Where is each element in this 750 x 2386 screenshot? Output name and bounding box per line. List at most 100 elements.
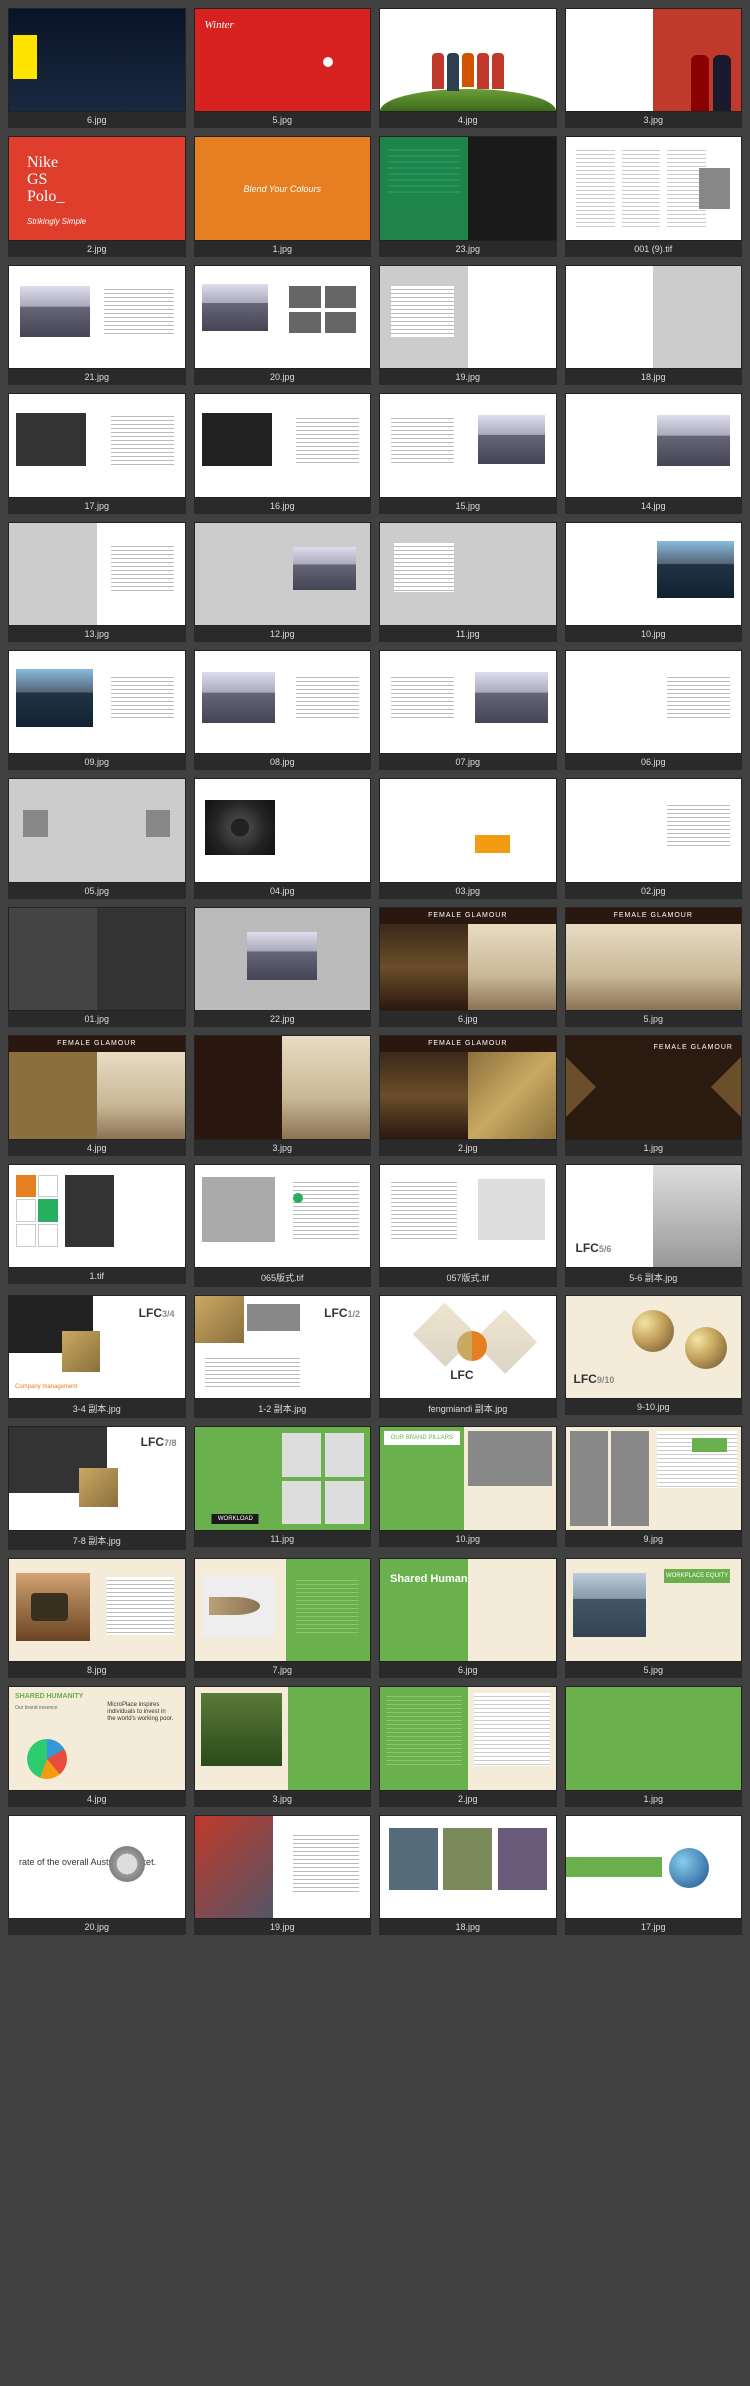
thumb-image: [8, 8, 186, 112]
thumbnail-cell[interactable]: Winter 5.jpg: [194, 8, 372, 128]
thumbnail-cell[interactable]: rate of the overall Austrian market.20.j…: [8, 1815, 186, 1935]
thumbnail-cell[interactable]: 057版式.tif: [379, 1164, 557, 1287]
thumbnail-cell[interactable]: 18.jpg: [565, 265, 743, 385]
thumbnail-cell[interactable]: 065版式.tif: [194, 1164, 372, 1287]
thumbnail-cell[interactable]: 11.jpg: [379, 522, 557, 642]
thumb-image: [8, 778, 186, 882]
thumb-image: [565, 8, 743, 112]
filename-label: 19.jpg: [379, 369, 557, 385]
thumb-image: [379, 1164, 557, 1268]
thumbnail-cell[interactable]: 6.jpg: [8, 8, 186, 128]
thumbnail-cell[interactable]: LFCfengmiandi 副本.jpg: [379, 1295, 557, 1418]
filename-label: 02.jpg: [565, 883, 743, 899]
thumbnail-cell[interactable]: 08.jpg: [194, 650, 372, 770]
thumbnail-cell[interactable]: 001 (9).tif: [565, 136, 743, 256]
thumb-image: [379, 8, 557, 112]
thumb-image: [194, 265, 372, 369]
thumbnail-cell[interactable]: 12.jpg: [194, 522, 372, 642]
thumbnail-cell[interactable]: 01.jpg: [8, 907, 186, 1027]
thumbnail-cell[interactable]: WORKLOAD11.jpg: [194, 1426, 372, 1549]
thumbnail-cell[interactable]: LFC1/21-2 副本.jpg: [194, 1295, 372, 1418]
thumbnail-cell[interactable]: 17.jpg: [565, 1815, 743, 1935]
thumbnail-cell[interactable]: 23.jpg: [379, 136, 557, 256]
thumbnail-cell[interactable]: LFC7/87-8 副本.jpg: [8, 1426, 186, 1549]
thumbnail-cell[interactable]: FEMALE GLAMOUR2.jpg: [379, 1035, 557, 1155]
filename-label: 22.jpg: [194, 1011, 372, 1027]
filename-label: 3.jpg: [565, 112, 743, 128]
filename-label: 5.jpg: [565, 1011, 743, 1027]
thumbnail-cell[interactable]: Shared Humanity.6.jpg: [379, 1558, 557, 1678]
thumb-image: [379, 1686, 557, 1790]
thumbnail-cell[interactable]: 19.jpg: [194, 1815, 372, 1935]
filename-label: 13.jpg: [8, 626, 186, 642]
filename-label: 11.jpg: [379, 626, 557, 642]
thumbnail-cell[interactable]: 3.jpg: [194, 1035, 372, 1155]
thumbnail-cell[interactable]: 02.jpg: [565, 778, 743, 898]
thumbnail-cell[interactable]: 2.jpg: [379, 1686, 557, 1806]
thumb-image: [8, 522, 186, 626]
thumb-image: FEMALE GLAMOUR: [8, 1035, 186, 1139]
filename-label: 3.jpg: [194, 1791, 372, 1807]
thumbnail-cell[interactable]: 1.jpg: [565, 1686, 743, 1806]
thumbnail-cell[interactable]: FEMALE GLAMOUR1.jpg: [565, 1035, 743, 1155]
thumbnail-cell[interactable]: 14.jpg: [565, 393, 743, 513]
thumbnail-cell[interactable]: 18.jpg: [379, 1815, 557, 1935]
thumbnail-cell[interactable]: 09.jpg: [8, 650, 186, 770]
filename-label: 4.jpg: [8, 1791, 186, 1807]
thumbnail-cell[interactable]: LFC9/109-10.jpg: [565, 1295, 743, 1418]
thumbnail-cell[interactable]: SHARED HUMANITYOur brand essenceMicroPla…: [8, 1686, 186, 1806]
thumbnail-cell[interactable]: Blend Your Colours 1.jpg: [194, 136, 372, 256]
thumb-image: WORKLOAD: [194, 1426, 372, 1530]
thumbnail-cell[interactable]: OUR BRAND PILLARS10.jpg: [379, 1426, 557, 1549]
thumbnail-cell[interactable]: 10.jpg: [565, 522, 743, 642]
filename-label: 5.jpg: [194, 112, 372, 128]
thumbnail-cell[interactable]: 04.jpg: [194, 778, 372, 898]
thumbnail-cell[interactable]: 4.jpg: [379, 8, 557, 128]
filename-label: 12.jpg: [194, 626, 372, 642]
thumbnail-cell[interactable]: 06.jpg: [565, 650, 743, 770]
thumbnail-cell[interactable]: LFC3/4Company management3-4 副本.jpg: [8, 1295, 186, 1418]
filename-label: 18.jpg: [565, 369, 743, 385]
filename-label: fengmiandi 副本.jpg: [379, 1399, 557, 1418]
thumbnail-cell[interactable]: 9.jpg: [565, 1426, 743, 1549]
thumbnail-cell[interactable]: FEMALE GLAMOUR5.jpg: [565, 907, 743, 1027]
thumbnail-cell[interactable]: 19.jpg: [379, 265, 557, 385]
thumb-image: LFC5/6: [565, 1164, 743, 1268]
thumbnail-cell[interactable]: 13.jpg: [8, 522, 186, 642]
thumbnail-cell[interactable]: 8.jpg: [8, 1558, 186, 1678]
thumbnail-cell[interactable]: 15.jpg: [379, 393, 557, 513]
thumbnail-cell[interactable]: 03.jpg: [379, 778, 557, 898]
thumbnail-cell[interactable]: 21.jpg: [8, 265, 186, 385]
thumb-image: [8, 1164, 186, 1268]
filename-label: 6.jpg: [379, 1011, 557, 1027]
thumbnail-cell[interactable]: FEMALE GLAMOUR4.jpg: [8, 1035, 186, 1155]
filename-label: 4.jpg: [379, 112, 557, 128]
thumb-image: [194, 1164, 372, 1268]
thumbnail-cell[interactable]: 17.jpg: [8, 393, 186, 513]
thumbnail-cell[interactable]: 3.jpg: [565, 8, 743, 128]
thumb-image: [379, 136, 557, 240]
thumbnail-cell[interactable]: 20.jpg: [194, 265, 372, 385]
thumb-image: [194, 1035, 372, 1139]
thumbnail-cell[interactable]: 22.jpg: [194, 907, 372, 1027]
filename-label: 2.jpg: [8, 241, 186, 257]
thumbnail-cell[interactable]: LFC5/65-6 副本.jpg: [565, 1164, 743, 1287]
filename-label: 17.jpg: [8, 498, 186, 514]
filename-label: 1.jpg: [565, 1791, 743, 1807]
thumbnail-cell[interactable]: WORKPLACE EQUITY5.jpg: [565, 1558, 743, 1678]
thumb-image: LFC3/4Company management: [8, 1295, 186, 1399]
filename-label: 7-8 副本.jpg: [8, 1531, 186, 1550]
thumbnail-cell[interactable]: 1.tif: [8, 1164, 186, 1287]
thumbnail-cell[interactable]: Nike GS Polo_ Strikingly Simple 2.jpg: [8, 136, 186, 256]
thumb-image: [379, 522, 557, 626]
thumbnail-cell[interactable]: 7.jpg: [194, 1558, 372, 1678]
thumbnail-cell[interactable]: 05.jpg: [8, 778, 186, 898]
thumbnail-cell[interactable]: 07.jpg: [379, 650, 557, 770]
thumb-image: [8, 265, 186, 369]
thumbnail-cell[interactable]: 3.jpg: [194, 1686, 372, 1806]
filename-label: 21.jpg: [8, 369, 186, 385]
thumbnail-cell[interactable]: 16.jpg: [194, 393, 372, 513]
filename-label: 10.jpg: [565, 626, 743, 642]
thumbnail-cell[interactable]: FEMALE GLAMOUR6.jpg: [379, 907, 557, 1027]
thumb-image: [194, 1815, 372, 1919]
